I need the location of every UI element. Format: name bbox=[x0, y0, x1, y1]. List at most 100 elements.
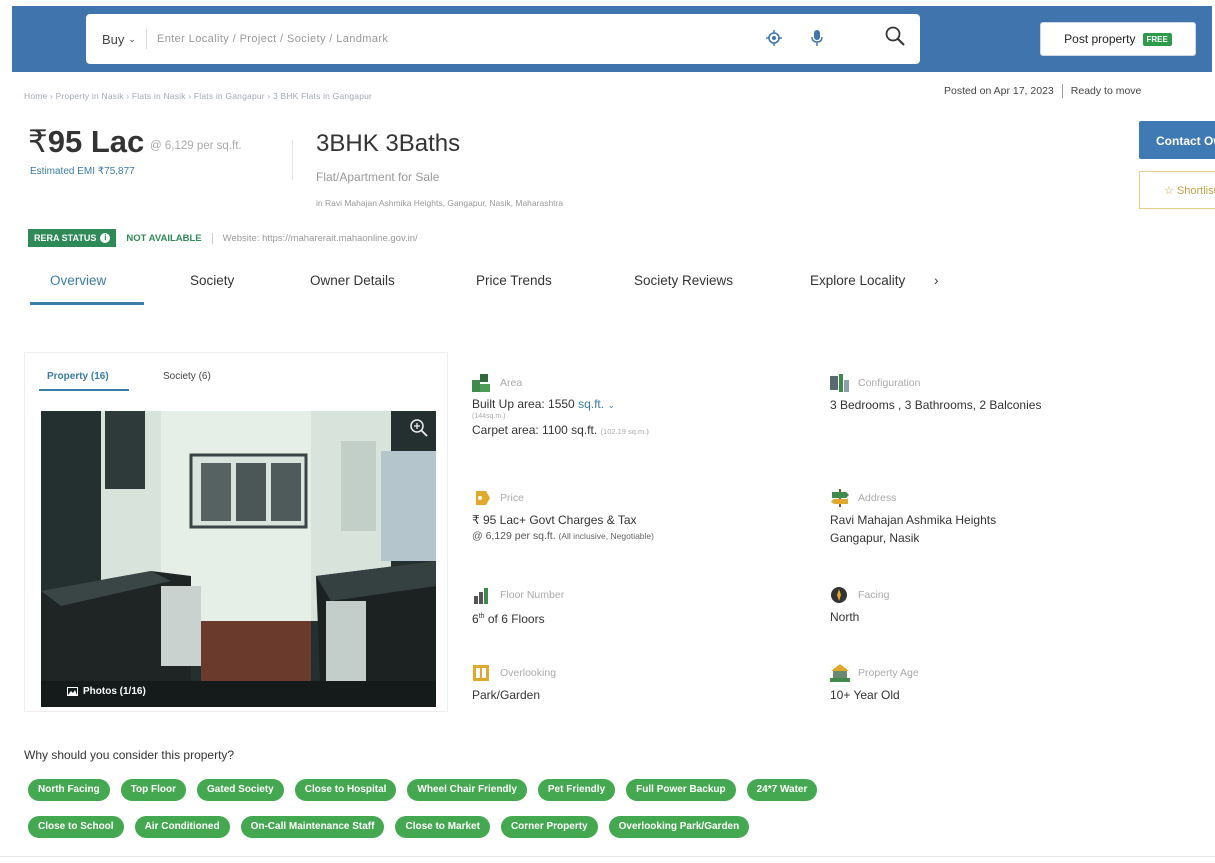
reason-chip: Full Power Backup bbox=[626, 779, 736, 801]
floor-number: 6 bbox=[472, 612, 479, 626]
carpet-area: Carpet area: 1100 sq.ft. bbox=[472, 423, 598, 437]
tab-overview[interactable]: Overview bbox=[50, 273, 106, 288]
contact-owner-button[interactable]: Contact Owner bbox=[1139, 121, 1215, 159]
reason-chip: Close to Hospital bbox=[294, 779, 397, 801]
tab-owner-details[interactable]: Owner Details bbox=[310, 273, 395, 288]
compass-icon bbox=[831, 587, 847, 603]
estimated-emi[interactable]: Estimated EMI ₹75,877 bbox=[30, 166, 135, 177]
post-property-button[interactable]: Post property FREE bbox=[1040, 22, 1196, 56]
address-label: Address bbox=[858, 492, 897, 504]
tab-property-photos[interactable]: Property (16) bbox=[47, 371, 109, 382]
chevron-down-icon: ⌄ bbox=[607, 400, 615, 410]
chevron-down-icon: ⌄ bbox=[128, 33, 136, 44]
unit-label: sq.ft. bbox=[578, 397, 605, 411]
reason-chip: North Facing bbox=[28, 779, 110, 801]
posted-info: Posted on Apr 17, 2023 Ready to move bbox=[944, 84, 1141, 98]
rera-badge-label: RERA STATUS bbox=[34, 233, 97, 243]
floor-total: of 6 Floors bbox=[487, 612, 545, 626]
tab-explore-locality[interactable]: Explore Locality bbox=[810, 273, 905, 288]
photos-count[interactable]: Photos (1/16) bbox=[67, 686, 146, 697]
reason-chip: Pet Friendly bbox=[537, 779, 616, 801]
reason-chip: Overlooking Park/Garden bbox=[608, 816, 750, 838]
image-icon bbox=[67, 687, 78, 696]
detail-facing: Facing North bbox=[830, 586, 890, 625]
listing-title: 3BHK 3Baths bbox=[316, 130, 461, 157]
configuration-label: Configuration bbox=[858, 377, 921, 389]
property-photo[interactable]: Photos (1/16) bbox=[41, 411, 436, 707]
gallery-tab-indicator bbox=[39, 389, 129, 391]
kitchen-photo-image bbox=[41, 411, 436, 707]
mic-icon[interactable] bbox=[810, 29, 824, 47]
divider bbox=[292, 140, 293, 180]
search-icon[interactable] bbox=[884, 25, 906, 47]
price-heading: ₹95 Lac bbox=[28, 124, 144, 160]
reason-chip: Air Conditioned bbox=[134, 816, 230, 838]
search-bar: Buy ⌄ bbox=[86, 14, 920, 64]
buy-label: Buy bbox=[102, 31, 125, 47]
price-tag-icon bbox=[476, 491, 490, 505]
breadcrumb[interactable]: Home › Property in Nasik › Flats in Nasi… bbox=[24, 91, 372, 101]
area-icon bbox=[472, 374, 490, 392]
signpost-icon bbox=[831, 489, 849, 507]
property-age-value: 10+ Year Old bbox=[830, 688, 900, 702]
address-line-1: Ravi Mahajan Ashmika Heights bbox=[830, 513, 997, 527]
search-input[interactable] bbox=[146, 33, 727, 45]
floor-icon bbox=[474, 588, 488, 604]
tab-price-trends[interactable]: Price Trends bbox=[476, 273, 552, 288]
detail-overlooking: Overlooking Park/Garden bbox=[472, 664, 556, 703]
rera-website[interactable]: Website: https://maharerait.mahaonline.g… bbox=[211, 232, 418, 244]
unit-dropdown[interactable]: sq.ft. ⌄ bbox=[578, 397, 615, 411]
free-badge: FREE bbox=[1142, 32, 1172, 46]
shortlist-label: Shortlist bbox=[1176, 185, 1215, 197]
photos-count-label: Photos (1/16) bbox=[83, 686, 146, 697]
reasons-row-1: North Facing Top Floor Gated Society Clo… bbox=[28, 779, 1168, 801]
floor-suffix: th bbox=[478, 613, 485, 620]
tab-society-reviews[interactable]: Society Reviews bbox=[634, 273, 733, 288]
detail-floor: Floor Number 6th of 6 Floors bbox=[472, 586, 564, 627]
detail-area: Area Built Up area: 1550 sq.ft. ⌄ (144sq… bbox=[472, 374, 649, 440]
divider bbox=[1061, 84, 1063, 98]
property-age-icon bbox=[830, 664, 850, 682]
photo-gallery: Property (16) Society (6) Photos (1/16) bbox=[24, 352, 448, 712]
reasons-heading: Why should you consider this property? bbox=[24, 748, 235, 762]
reason-chip: Top Floor bbox=[120, 779, 187, 801]
reason-chip: Close to School bbox=[28, 816, 124, 838]
overlooking-icon bbox=[473, 665, 489, 681]
reason-chip: 24*7 Water bbox=[746, 779, 818, 801]
divider bbox=[0, 856, 1215, 857]
price-label: Price bbox=[500, 492, 524, 504]
price-detail-value: ₹ 95 Lac+ Govt Charges & Tax bbox=[472, 513, 637, 527]
overlooking-label: Overlooking bbox=[500, 667, 557, 679]
reason-chip: Close to Market bbox=[395, 816, 490, 838]
carpet-sqm: (102.19 sq.m.) bbox=[600, 427, 649, 436]
info-icon[interactable]: i bbox=[100, 233, 111, 243]
listing-subtitle: Flat/Apartment for Sale bbox=[316, 170, 440, 184]
zoom-icon[interactable] bbox=[408, 417, 430, 439]
buy-dropdown[interactable]: Buy ⌄ bbox=[86, 29, 147, 49]
ready-status: Ready to move bbox=[1070, 85, 1142, 97]
top-header: Buy ⌄ Post property FREE bbox=[12, 6, 1212, 72]
shortlist-button[interactable]: ☆ Shortlist bbox=[1139, 171, 1215, 209]
rera-status: NOT AVAILABLE bbox=[126, 232, 202, 244]
rera-badge: RERA STATUS i bbox=[28, 229, 117, 247]
area-label: Area bbox=[500, 377, 523, 389]
listing-address: in Ravi Mahajan Ashmika Heights, Gangapu… bbox=[316, 198, 564, 208]
detail-property-age: Property Age 10+ Year Old bbox=[830, 664, 919, 703]
star-icon: ☆ bbox=[1164, 185, 1174, 197]
detail-configuration: Configuration 3 Bedrooms , 3 Bathrooms, … bbox=[830, 374, 1041, 413]
configuration-value: 3 Bedrooms , 3 Bathrooms, 2 Balconies bbox=[830, 398, 1042, 412]
section-tabs: Overview Society Owner Details Price Tre… bbox=[30, 270, 1180, 306]
reason-chip: Gated Society bbox=[197, 779, 284, 801]
chevron-right-icon[interactable]: › bbox=[934, 273, 939, 288]
locate-icon[interactable] bbox=[766, 30, 782, 46]
facing-label: Facing bbox=[858, 589, 890, 601]
price-value: 95 Lac bbox=[47, 124, 145, 159]
price-note: (All inclusive, Negotiable) bbox=[558, 531, 654, 541]
posted-date: Posted on Apr 17, 2023 bbox=[944, 85, 1054, 97]
tab-society-photos[interactable]: Society (6) bbox=[163, 371, 211, 382]
overlooking-value: Park/Garden bbox=[472, 688, 541, 702]
property-age-label: Property Age bbox=[858, 667, 919, 679]
rupee-symbol: ₹ bbox=[28, 124, 48, 159]
built-up-sqm: (144sq.m.) bbox=[472, 413, 506, 420]
tab-society[interactable]: Society bbox=[190, 273, 234, 288]
